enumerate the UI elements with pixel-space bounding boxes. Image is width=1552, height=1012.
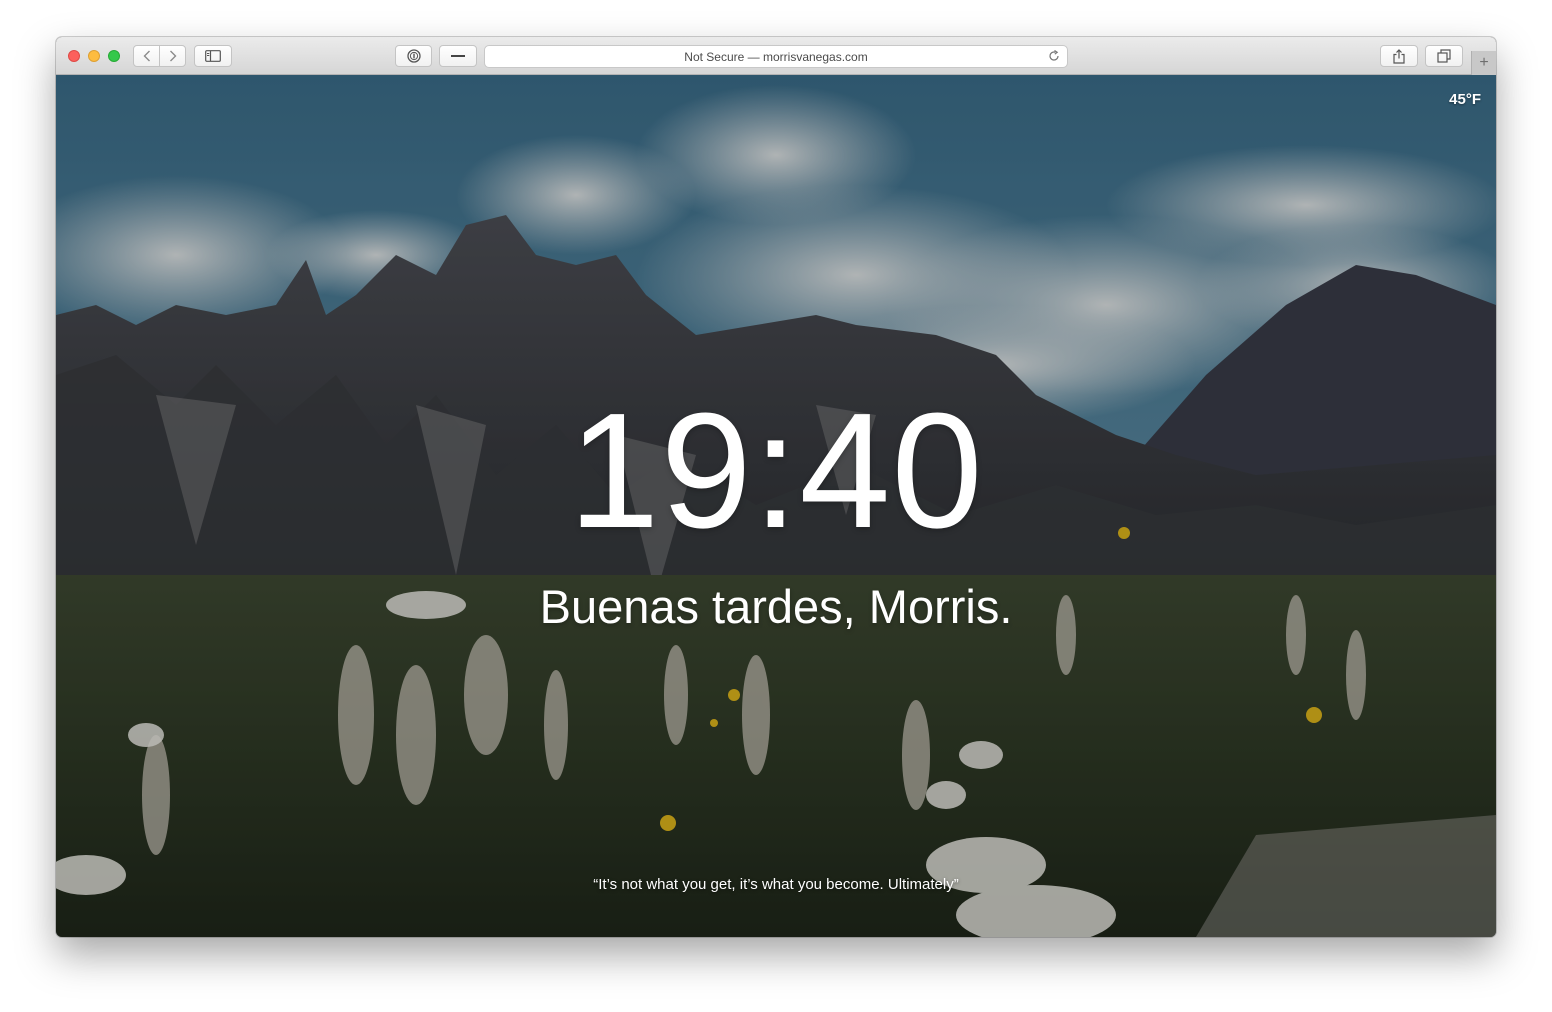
tabs-overview-button[interactable] <box>1425 45 1463 67</box>
back-button[interactable] <box>134 46 159 66</box>
sidebar-icon <box>205 50 221 62</box>
browser-toolbar: Not Secure — morrisvanegas.com + <box>56 37 1496 75</box>
minimize-window-button[interactable] <box>88 50 100 62</box>
temperature-readout: 45°F <box>1449 91 1481 108</box>
new-tab-button[interactable]: + <box>1471 51 1496 75</box>
quote-text: “It’s not what you get, it’s what you be… <box>593 876 959 893</box>
reload-icon <box>1049 50 1059 61</box>
new-tab-icon: + <box>1479 54 1489 71</box>
forward-icon <box>169 50 176 62</box>
address-text: Not Secure — morrisvanegas.com <box>684 49 868 64</box>
close-window-button[interactable] <box>68 50 80 62</box>
zoom-window-button[interactable] <box>108 50 120 62</box>
reload-button[interactable] <box>1047 49 1061 63</box>
sidebar-button[interactable] <box>194 45 232 67</box>
back-icon <box>143 50 150 62</box>
minus-icon <box>451 55 465 57</box>
address-bar[interactable]: Not Secure — morrisvanegas.com <box>484 45 1068 68</box>
password-icon <box>406 49 421 63</box>
navigation-buttons <box>133 45 186 67</box>
page-content: 45°F 19:40 Buenas tardes, Morris. “It’s … <box>56 75 1496 937</box>
greeting-text: Buenas tardes, Morris. <box>539 580 1013 633</box>
browser-window: Not Secure — morrisvanegas.com + 45°F 19… <box>56 37 1496 937</box>
tabs-overview-icon <box>1437 49 1451 63</box>
clock-time: 19:40 <box>568 379 984 562</box>
minus-button[interactable] <box>439 45 477 67</box>
password-button[interactable] <box>395 45 432 67</box>
share-button[interactable] <box>1380 45 1418 67</box>
share-icon <box>1393 48 1405 64</box>
forward-button[interactable] <box>159 46 185 66</box>
